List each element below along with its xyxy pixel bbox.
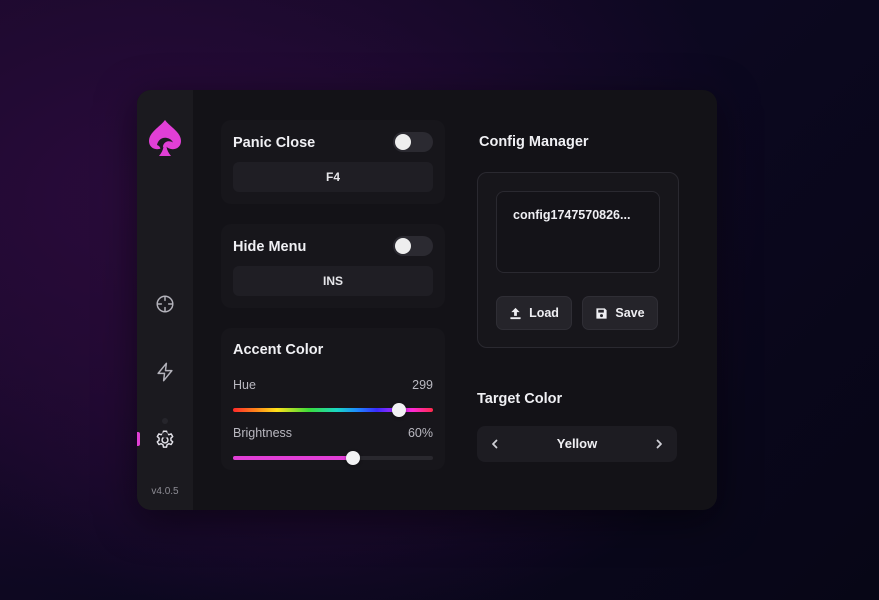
target-color-title: Target Color bbox=[477, 391, 563, 407]
floppy-disk-icon bbox=[596, 307, 607, 319]
hue-slider-thumb[interactable] bbox=[392, 403, 406, 417]
version-label: v4.0.5 bbox=[151, 486, 179, 497]
brightness-label: Brightness bbox=[233, 426, 293, 440]
target-color-selector: Yellow bbox=[477, 426, 677, 462]
hide-menu-label: Hide Menu bbox=[233, 239, 307, 255]
panic-close-keybind[interactable]: F4 bbox=[233, 162, 433, 192]
panic-close-label: Panic Close bbox=[233, 135, 316, 151]
brightness-slider-thumb[interactable] bbox=[346, 451, 360, 465]
hide-menu-toggle[interactable] bbox=[393, 236, 433, 256]
target-color-next-button[interactable] bbox=[641, 426, 677, 462]
config-manager-title: Config Manager bbox=[479, 134, 589, 150]
hue-slider[interactable] bbox=[233, 403, 433, 417]
brightness-value: 60% bbox=[407, 426, 433, 440]
crosshair-icon bbox=[156, 295, 174, 313]
sidebar-dots bbox=[162, 418, 168, 446]
save-button-label: Save bbox=[615, 306, 645, 320]
target-color-prev-button[interactable] bbox=[477, 426, 513, 462]
hide-menu-keybind[interactable]: INS bbox=[233, 266, 433, 296]
sidebar: v4.0.5 bbox=[137, 90, 193, 510]
config-manager-box: config1747570826... Load Save bbox=[477, 172, 679, 348]
active-indicator bbox=[137, 432, 140, 446]
upload-icon bbox=[510, 307, 521, 319]
config-list[interactable]: config1747570826... bbox=[496, 191, 660, 273]
hide-menu-card: Hide Menu INS bbox=[221, 224, 445, 308]
chevron-left-icon bbox=[492, 439, 498, 449]
load-button-label: Load bbox=[529, 306, 559, 320]
hue-label: Hue bbox=[233, 378, 256, 392]
sidebar-item-triggerbot[interactable] bbox=[137, 355, 193, 389]
toggle-knob bbox=[395, 134, 411, 150]
hue-value: 299 bbox=[412, 378, 433, 392]
brightness-fill bbox=[233, 456, 353, 460]
panic-close-toggle[interactable] bbox=[393, 132, 433, 152]
config-list-item[interactable]: config1747570826... bbox=[513, 208, 648, 222]
accent-color-card: Accent Color Hue 299 Brightness 60% bbox=[221, 328, 445, 470]
toggle-knob bbox=[395, 238, 411, 254]
sidebar-item-aim[interactable] bbox=[137, 287, 193, 321]
lightning-icon bbox=[157, 362, 173, 382]
brightness-slider[interactable] bbox=[233, 451, 433, 465]
load-button[interactable]: Load bbox=[496, 296, 572, 330]
save-button[interactable]: Save bbox=[582, 296, 658, 330]
spade-logo-icon bbox=[149, 120, 181, 156]
main-panel: v4.0.5 Panic Close F4 Hide Menu INS Acce… bbox=[137, 90, 717, 510]
accent-color-title: Accent Color bbox=[233, 342, 324, 358]
chevron-right-icon bbox=[656, 439, 662, 449]
target-color-value: Yellow bbox=[556, 436, 598, 451]
panic-close-card: Panic Close F4 bbox=[221, 120, 445, 204]
